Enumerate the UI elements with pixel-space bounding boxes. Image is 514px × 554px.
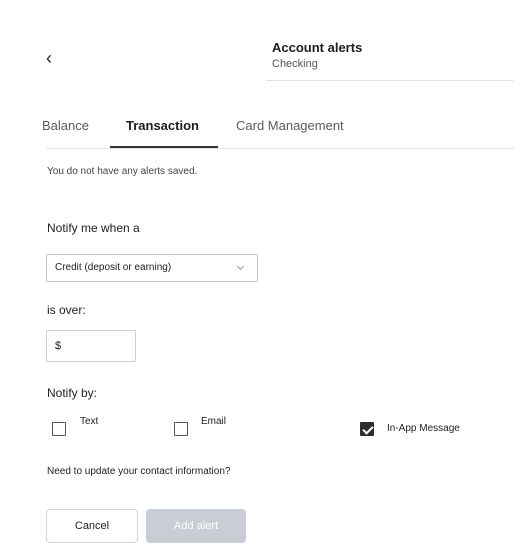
chevron-down-icon [236,262,245,271]
in-app-message-checkbox[interactable] [360,422,374,436]
active-tab-indicator [110,146,218,148]
checkmark-icon [362,423,374,435]
email-checkbox-label: Email [201,416,227,427]
tabs-divider [46,148,514,149]
amount-input[interactable] [46,330,136,362]
header-divider [266,80,514,81]
is-over-label: is over: [47,303,86,317]
add-alert-button[interactable]: Add alert [146,509,246,543]
notify-when-label: Notify me when a [47,221,140,235]
email-checkbox[interactable] [174,422,188,436]
transaction-type-select[interactable]: Credit (deposit or earning) [46,254,258,282]
back-chevron-icon[interactable]: ‹ [46,48,52,68]
update-contact-info-link[interactable]: Need to update your contact information? [47,466,230,477]
tab-transaction[interactable]: Transaction [126,118,199,133]
page-title: Account alerts [272,40,363,55]
in-app-message-checkbox-label: In-App Message [387,423,460,434]
no-alerts-message: You do not have any alerts saved. [47,166,198,177]
cancel-button[interactable]: Cancel [46,509,138,543]
tab-balance[interactable]: Balance [42,118,89,133]
page-subtitle: Checking [272,58,318,70]
notify-by-label: Notify by: [47,386,98,400]
text-checkbox[interactable] [52,422,66,436]
transaction-type-value: Credit (deposit or earning) [55,262,172,273]
tab-card-management[interactable]: Card Management [236,118,344,133]
text-checkbox-label: Text [80,416,99,427]
